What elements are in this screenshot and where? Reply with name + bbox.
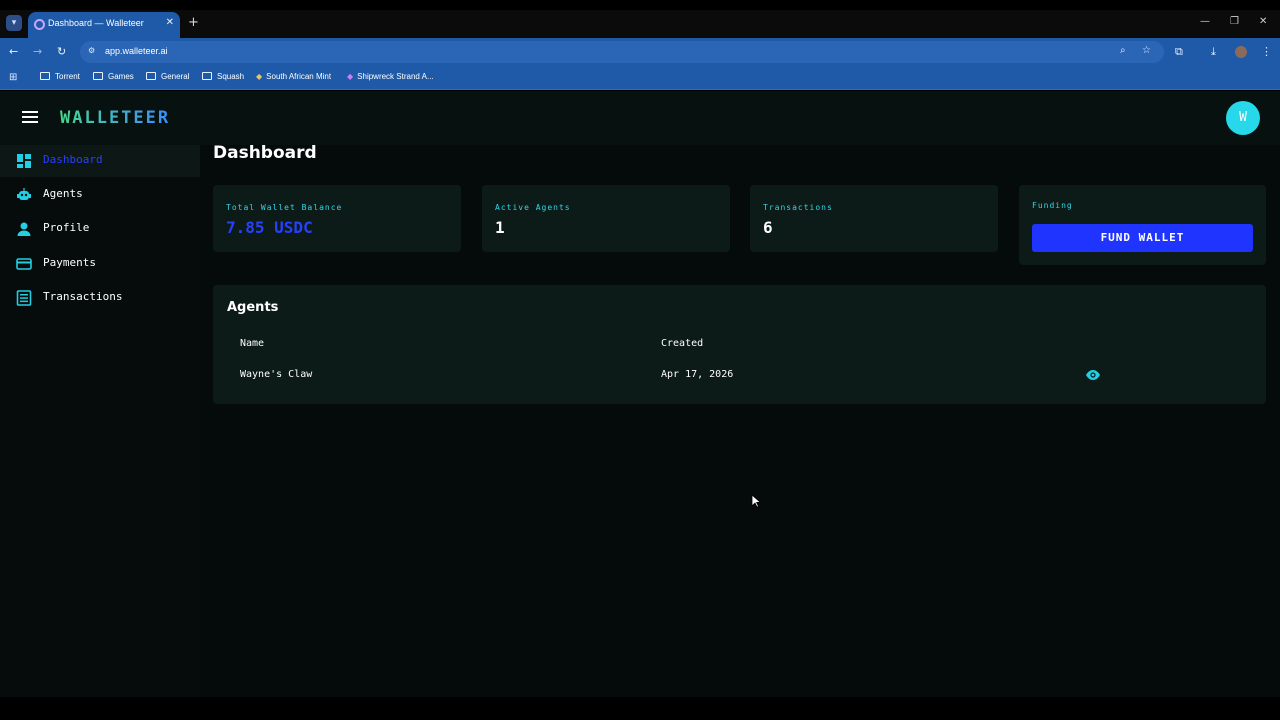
eye-icon[interactable] — [1085, 368, 1101, 382]
profile-avatar-icon[interactable] — [1235, 46, 1247, 58]
dashboard-icon — [17, 154, 31, 168]
sidebar-item-profile[interactable]: Profile — [0, 213, 200, 245]
agents-panel-title: Agents — [227, 300, 279, 315]
browser-tabbar: ▾ Dashboard — Walleteer ✕ + — ❐ ✕ — [0, 10, 1280, 38]
column-header-created: Created — [661, 338, 704, 349]
screen: { "browser": { "tab_title": "Dashboard —… — [0, 0, 1280, 720]
bookmark-games[interactable]: Games — [93, 72, 134, 81]
sidebar-item-dashboard[interactable]: Dashboard — [0, 145, 200, 177]
bookmark-south-african-mint[interactable]: ◆ South African Mint — [256, 72, 331, 81]
page-title: Dashboard — [213, 143, 317, 163]
close-window-icon[interactable]: ✕ — [1259, 16, 1267, 27]
reload-icon[interactable]: ↻ — [57, 45, 66, 58]
agents-panel: Agents Name Created Wayne's Claw Apr 17,… — [213, 285, 1266, 404]
active-agents-label: Active Agents — [495, 203, 571, 212]
folder-icon — [202, 72, 212, 80]
address-bar[interactable]: ⚙ app.walleteer.ai ⌕ ☆ — [80, 41, 1164, 63]
balance-label: Total Wallet Balance — [226, 203, 343, 212]
sidebar-item-label: Transactions — [43, 290, 123, 303]
list-icon — [16, 290, 32, 306]
extension-icon[interactable]: ⧉ — [1175, 45, 1183, 59]
agent-name-cell: Wayne's Claw — [240, 369, 313, 380]
bookmark-squash[interactable]: Squash — [202, 72, 244, 81]
download-icon[interactable]: ⤓ — [1211, 45, 1216, 59]
bookmark-shipwreck-strand[interactable]: ◆ Shipwreck Strand A... — [347, 72, 434, 81]
browser-tab[interactable]: Dashboard — Walleteer ✕ — [28, 12, 180, 38]
folder-icon — [146, 72, 156, 80]
browser-toolbar: ← → ↻ ⚙ app.walleteer.ai ⌕ ☆ ⧉ ⤓ ⋮ — [0, 38, 1280, 66]
apps-grid-icon[interactable]: ⊞ — [9, 72, 17, 83]
zoom-icon[interactable]: ⌕ — [1120, 45, 1126, 56]
bookmark-label: Squash — [217, 72, 245, 81]
bookmark-torrent[interactable]: Torrent — [40, 72, 80, 81]
sidebar-item-label: Profile — [43, 221, 90, 234]
bookmarks-bar: ⊞ Torrent Games General Squash ◆ South Af… — [0, 66, 1280, 90]
mint-favicon-icon: ◆ — [256, 72, 263, 81]
balance-card: Total Wallet Balance 7.85 USDC — [213, 185, 461, 252]
person-icon — [17, 222, 31, 236]
minimize-icon[interactable]: — — [1200, 16, 1210, 27]
bookmark-star-icon[interactable]: ☆ — [1142, 45, 1151, 56]
forward-icon[interactable]: → — [33, 45, 42, 58]
sidebar-item-label: Agents — [43, 187, 83, 200]
active-agents-value: 1 — [495, 218, 505, 237]
funding-label: Funding — [1032, 201, 1073, 210]
user-avatar[interactable]: W — [1226, 101, 1260, 135]
screen-bottom-bar — [0, 697, 1280, 720]
sidebar-item-agents[interactable]: Agents — [0, 179, 200, 211]
folder-icon — [93, 72, 103, 80]
bookmark-label: South African Mint — [266, 72, 332, 81]
bookmark-label: General — [161, 72, 190, 81]
transactions-value: 6 — [763, 218, 773, 237]
app-header: WALLETEER W — [0, 91, 1280, 145]
brand-logo[interactable]: WALLETEER — [60, 108, 170, 128]
folder-icon — [40, 72, 50, 80]
back-icon[interactable]: ← — [9, 45, 18, 58]
agent-created-cell: Apr 17, 2026 — [661, 369, 734, 380]
bookmark-label: Torrent — [55, 72, 80, 81]
tab-favicon-icon — [34, 19, 45, 30]
mouse-cursor-icon — [751, 494, 761, 508]
balance-value: 7.85 USDC — [226, 218, 313, 237]
main-content: Dashboard Total Wallet Balance 7.85 USDC… — [200, 143, 1280, 697]
site-settings-icon[interactable]: ⚙ — [88, 46, 98, 56]
fund-wallet-button[interactable]: FUND WALLET — [1032, 224, 1253, 252]
sidebar: Dashboard Agents Profile Payments Transa… — [0, 145, 200, 697]
tab-search-icon[interactable]: ▾ — [6, 15, 22, 31]
sidebar-item-label: Payments — [43, 256, 96, 269]
shipwreck-favicon-icon: ◆ — [347, 72, 354, 81]
browser-menu-icon[interactable]: ⋮ — [1261, 45, 1272, 58]
transactions-card: Transactions 6 — [750, 185, 998, 252]
app-root: WALLETEER W Dashboard Agents Profile Pay… — [0, 91, 1280, 697]
bookmark-general[interactable]: General — [146, 72, 189, 81]
credit-card-icon — [16, 258, 32, 270]
sidebar-item-label: Dashboard — [43, 153, 103, 166]
sidebar-item-transactions[interactable]: Transactions — [0, 282, 200, 314]
new-tab-icon[interactable]: + — [188, 15, 199, 31]
active-agents-card: Active Agents 1 — [482, 185, 730, 252]
robot-icon — [17, 188, 31, 200]
column-header-name: Name — [240, 338, 265, 349]
tab-title: Dashboard — Walleteer — [48, 18, 144, 28]
sidebar-item-payments[interactable]: Payments — [0, 248, 200, 280]
tab-close-icon[interactable]: ✕ — [166, 17, 174, 28]
restore-icon[interactable]: ❐ — [1230, 16, 1239, 27]
bookmark-label: Games — [108, 72, 134, 81]
menu-icon[interactable] — [22, 111, 38, 123]
bookmark-label: Shipwreck Strand A... — [357, 72, 434, 81]
funding-card: Funding FUND WALLET — [1019, 185, 1266, 265]
transactions-label: Transactions — [763, 203, 833, 212]
url-text[interactable]: app.walleteer.ai — [105, 46, 168, 56]
